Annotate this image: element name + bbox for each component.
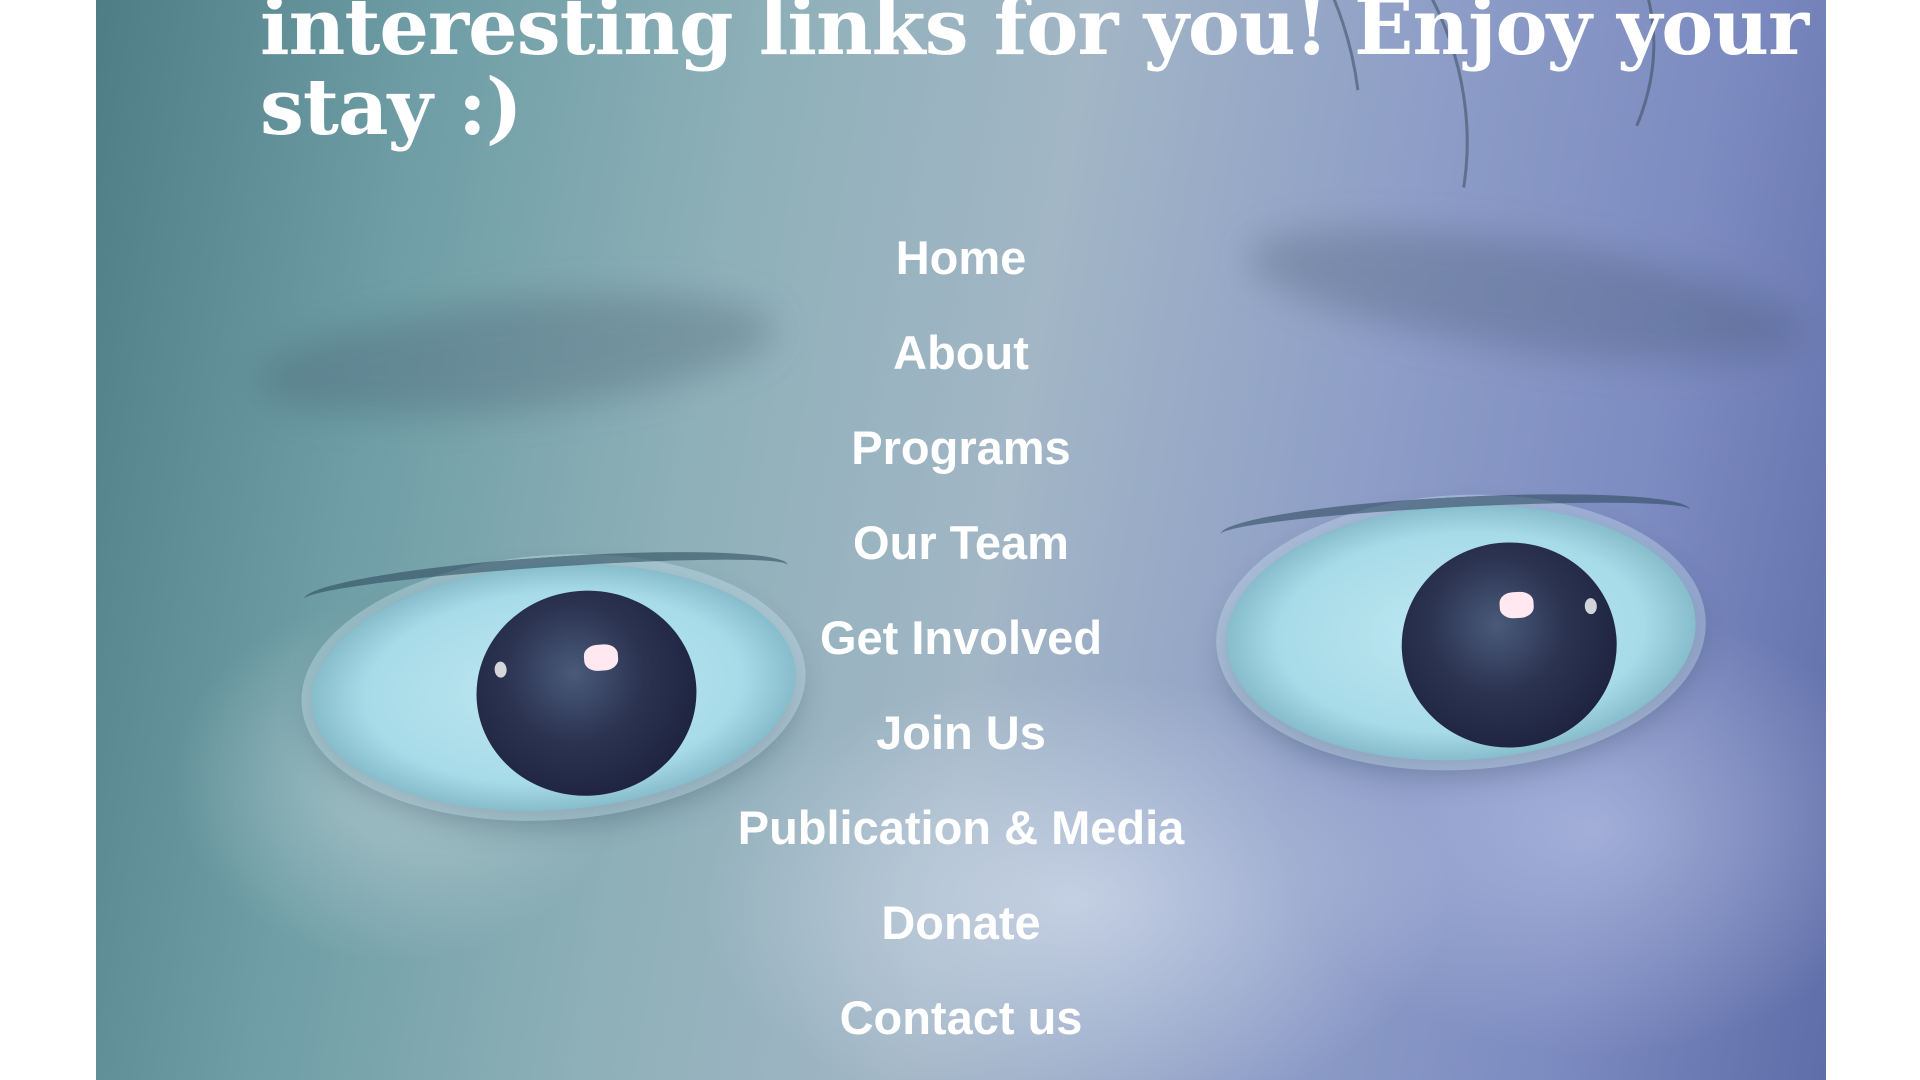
nav-link-get-involved[interactable]: Get Involved: [96, 610, 1826, 666]
hero-headline: interesting links for you! Enjoy your st…: [260, 0, 1809, 153]
nav-link-home[interactable]: Home: [96, 230, 1826, 286]
nav-link-join-us[interactable]: Join Us: [96, 705, 1826, 761]
nav-link-our-team[interactable]: Our Team: [96, 515, 1826, 571]
nav-link-about[interactable]: About: [96, 325, 1826, 381]
nav-link-donate[interactable]: Donate: [96, 895, 1826, 951]
nav-link-publication-media[interactable]: Publication & Media: [96, 800, 1826, 856]
left-eye: [302, 540, 804, 827]
nav-link-programs[interactable]: Programs: [96, 420, 1826, 476]
nav-link-contact-us[interactable]: Contact us: [96, 990, 1826, 1046]
page: interesting links for you! Enjoy your st…: [0, 0, 1920, 1080]
